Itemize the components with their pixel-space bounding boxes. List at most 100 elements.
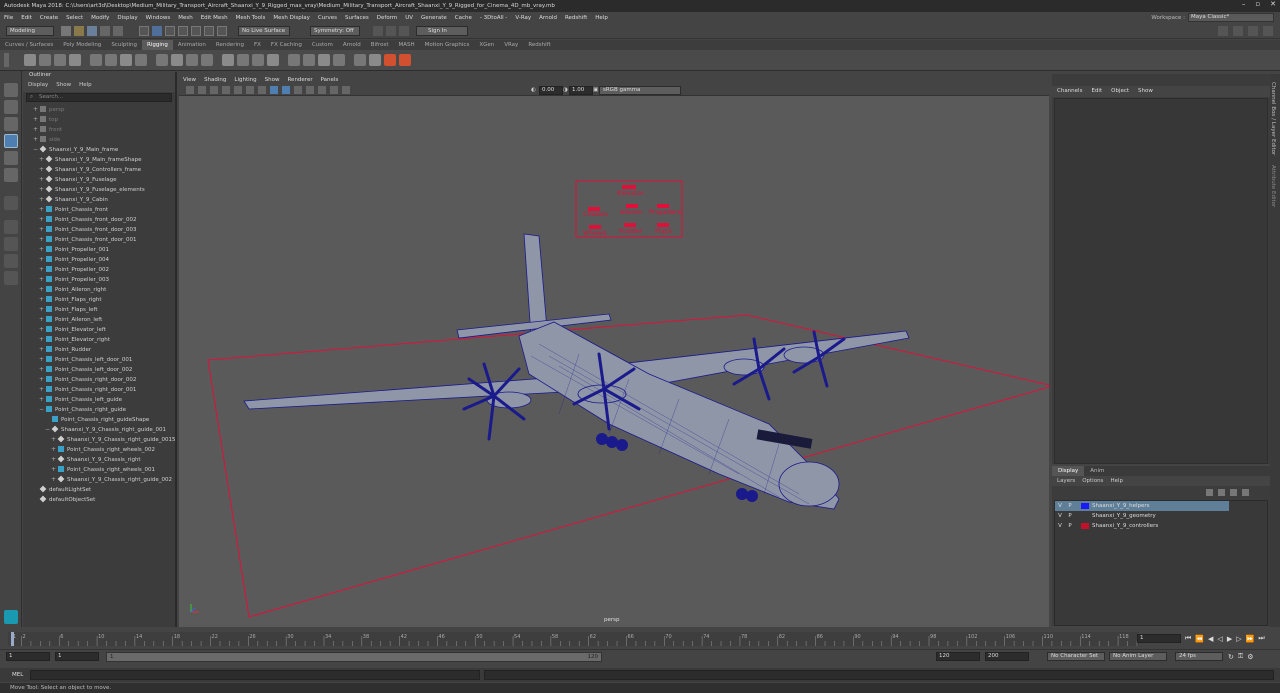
outliner-item[interactable]: + Shaanxi_Y_9_Chassis_right_guide_002 [23,475,175,485]
outliner-item[interactable]: + Point_Aileron_right [23,285,175,295]
viewport-menu-show[interactable]: Show [261,77,284,83]
menu-modify[interactable]: Modify [87,15,113,21]
four-view-icon[interactable] [4,237,18,251]
control-propellers-label[interactable]: Propellers [649,208,682,216]
shelf-tab-mash[interactable]: MASH [393,40,419,50]
time-slider[interactable]: 1 2 6 10 14 18 22 26 30 34 38 42 46 50 54 58 62 66 70 74 78 8… [0,629,1280,649]
elevator-control-icon[interactable] [622,185,636,189]
outliner-item[interactable]: − Shaanxi_Y_9_Main_frame [23,145,175,155]
expand-icon[interactable]: + [39,195,46,205]
set-driven-key-icon[interactable] [384,54,396,66]
gamma-field[interactable]: 1.00 [569,85,593,95]
joint-icon[interactable] [24,54,36,66]
outliner-item[interactable]: + side [23,135,175,145]
layer-row[interactable]: V P Shaanxi_Y_9_geometry [1055,511,1267,521]
shelf-tab-arnold[interactable]: Arnold [338,40,366,50]
outliner-item[interactable]: + Point_Chassis_right_wheels_001 [23,465,175,475]
start-time-field[interactable]: 1 [6,652,50,661]
outliner-item[interactable]: Point_Chassis_right_guideShape [23,415,175,425]
shelf-tab-curves-surfaces[interactable]: Curves / Surfaces [0,40,58,50]
connection-editor-icon[interactable] [399,54,411,66]
film-gate-icon[interactable] [246,86,254,94]
menuset-dropdown[interactable]: Modeling [6,26,54,36]
viewport-canvas[interactable]: Elevator Chassis Aileron Propellers Whee… [179,74,1049,627]
control-elevator-label[interactable]: Elevator [617,189,644,197]
layer-row[interactable]: V P Shaanxi_Y_9_helpers [1055,501,1229,511]
expand-icon[interactable]: + [39,165,46,175]
outliner-item[interactable]: + Shaanxi_Y_9_Chassis_right_guide_0015 [23,435,175,445]
aim-constraint-icon[interactable] [303,54,315,66]
render-frame-icon[interactable] [373,26,383,36]
side-tab-channel-box[interactable]: Channel Box / Layer Editor [1270,74,1276,155]
select-tool-icon[interactable] [4,83,18,97]
outliner-item[interactable]: + Shaanxi_Y_9_Cabin [23,195,175,205]
persp-graph-layout-icon[interactable] [4,271,18,285]
expand-icon[interactable]: + [39,325,46,335]
layer-menu-options[interactable]: Options [1082,476,1103,486]
outliner-item[interactable]: + Point_Chassis_right_wheels_002 [23,445,175,455]
outliner-item[interactable]: + Point_Chassis_left_guide [23,395,175,405]
lights-icon[interactable] [306,86,314,94]
playback-start-field[interactable]: 1 [55,652,99,661]
human-ik-icon[interactable] [120,54,132,66]
engine-2[interactable] [577,384,627,404]
tool-settings-icon[interactable] [1248,26,1258,36]
outliner-item[interactable]: + Point_Chassis_right_door_002 [23,375,175,385]
menu-file[interactable]: File [0,15,17,21]
shelf-tab-xgen[interactable]: XGen [474,40,499,50]
paint-weights-icon[interactable] [171,54,183,66]
layer-visibility-toggle[interactable]: V [1055,511,1065,521]
menu-v-ray[interactable]: V-Ray [511,15,535,21]
anim-preferences-icon[interactable]: ⚙ [1247,653,1253,661]
anim-layer-dropdown[interactable]: No Anim Layer [1109,652,1167,661]
outliner-item[interactable]: + Point_Chassis_right_door_001 [23,385,175,395]
menu-deform[interactable]: Deform [373,15,401,21]
viewport-menu-view[interactable]: View [179,77,200,83]
expand-icon[interactable]: + [39,355,46,365]
sign-in-button[interactable]: Sign In [416,26,468,36]
menu-create[interactable]: Create [36,15,62,21]
mel-label[interactable]: MEL [0,672,30,678]
current-time-indicator[interactable] [11,632,14,646]
redo-icon[interactable] [113,26,123,36]
snap-view-icon[interactable] [217,26,227,36]
bind-skin-icon[interactable] [135,54,147,66]
viewport-menu-shading[interactable]: Shading [200,77,230,83]
menu-redshift[interactable]: Redshift [561,15,591,21]
outliner-item[interactable]: + Shaanxi_Y_9_Chassis_right [23,455,175,465]
layer-tab-anim[interactable]: Anim [1084,466,1110,476]
outliner-item[interactable]: + Point_Chassis_front_door_003 [23,225,175,235]
outliner-item[interactable]: + Shaanxi_Y_9_Main_frameShape [23,155,175,165]
orient-joint-icon[interactable] [90,54,102,66]
ipr-render-icon[interactable] [386,26,396,36]
expand-icon[interactable]: + [39,215,46,225]
interactive-bind-icon[interactable] [156,54,168,66]
channel-box-menu-channels[interactable]: Channels [1057,86,1082,97]
expand-icon[interactable]: + [39,385,46,395]
cluster-icon[interactable] [186,54,198,66]
step-forward-frame-icon[interactable]: ▷ [1236,635,1241,643]
play-backwards-icon[interactable]: ◁ [1217,635,1222,643]
outliner-item[interactable]: + Point_Chassis_front [23,205,175,215]
textured-icon[interactable] [294,86,302,94]
auto-key-icon[interactable]: ⚿ [1238,652,1243,661]
character-set-dropdown[interactable]: No Character Set [1047,652,1105,661]
aileron-control-icon[interactable] [626,204,638,208]
outliner-item[interactable]: + Point_Rudder [23,345,175,355]
move-layer-down-icon[interactable] [1218,489,1225,496]
camera-attributes-icon[interactable] [198,86,206,94]
menu-display[interactable]: Display [113,15,141,21]
rotate-tool-icon[interactable] [4,151,18,165]
expand-icon[interactable]: + [39,205,46,215]
expand-icon[interactable]: + [39,175,46,185]
go-to-end-icon[interactable]: ⏭ [1258,634,1264,643]
outliner-item[interactable]: + front [23,125,175,135]
expand-icon[interactable]: + [39,275,46,285]
save-scene-icon[interactable] [87,26,97,36]
viewport-menu-panels[interactable]: Panels [317,77,343,83]
expand-icon[interactable]: + [39,295,46,305]
outliner-item[interactable]: + Point_Chassis_front_door_001 [23,235,175,245]
resolution-gate-icon[interactable] [258,86,266,94]
lasso-tool-icon[interactable] [4,100,18,114]
playback-end-field[interactable]: 120 [936,652,980,661]
